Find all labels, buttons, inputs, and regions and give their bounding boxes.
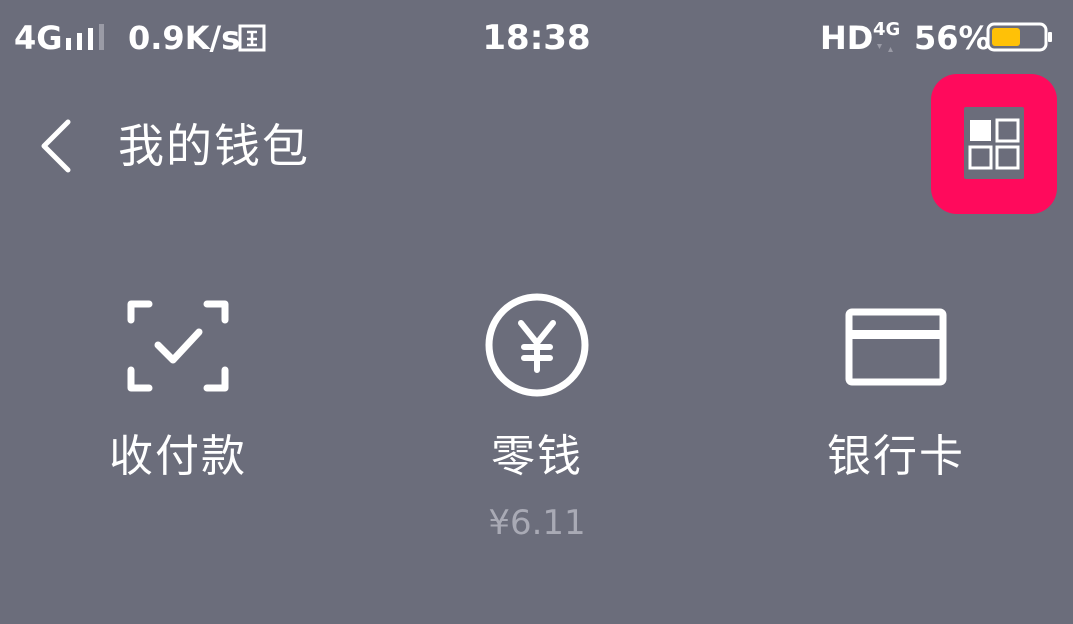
status-time: 18:38	[482, 18, 591, 58]
grid-menu-icon	[964, 107, 1024, 179]
page-title: 我的钱包	[118, 119, 310, 173]
battery-percentage: 56%	[914, 19, 991, 57]
balance-label: 零钱	[491, 431, 583, 482]
data-activity-icon	[877, 44, 893, 52]
wallet-actions: 收付款 零钱 ¥6.11 银行卡	[0, 280, 1073, 560]
bank-card-button[interactable]: 银行卡	[766, 280, 1026, 550]
balance-button[interactable]: 零钱 ¥6.11	[407, 280, 667, 550]
receive-pay-label: 收付款	[109, 431, 247, 482]
yen-coin-icon	[485, 293, 589, 397]
balance-amount: ¥6.11	[488, 503, 586, 543]
back-arrow-icon[interactable]	[36, 116, 76, 176]
receive-pay-button[interactable]: 收付款	[48, 280, 308, 550]
lte-indicator: 4G	[873, 19, 901, 40]
bank-card-icon	[845, 308, 947, 386]
bank-card-label: 银行卡	[827, 431, 965, 482]
hd-indicator: HD	[820, 19, 874, 57]
battery-icon	[986, 22, 1052, 52]
status-bar: 4G 0.9K/s 18:38 HD 4G 56%	[0, 0, 1073, 80]
scan-check-icon	[127, 300, 229, 392]
more-menu-button[interactable]	[931, 74, 1057, 214]
nav-bar: 我的钱包	[0, 74, 1073, 220]
